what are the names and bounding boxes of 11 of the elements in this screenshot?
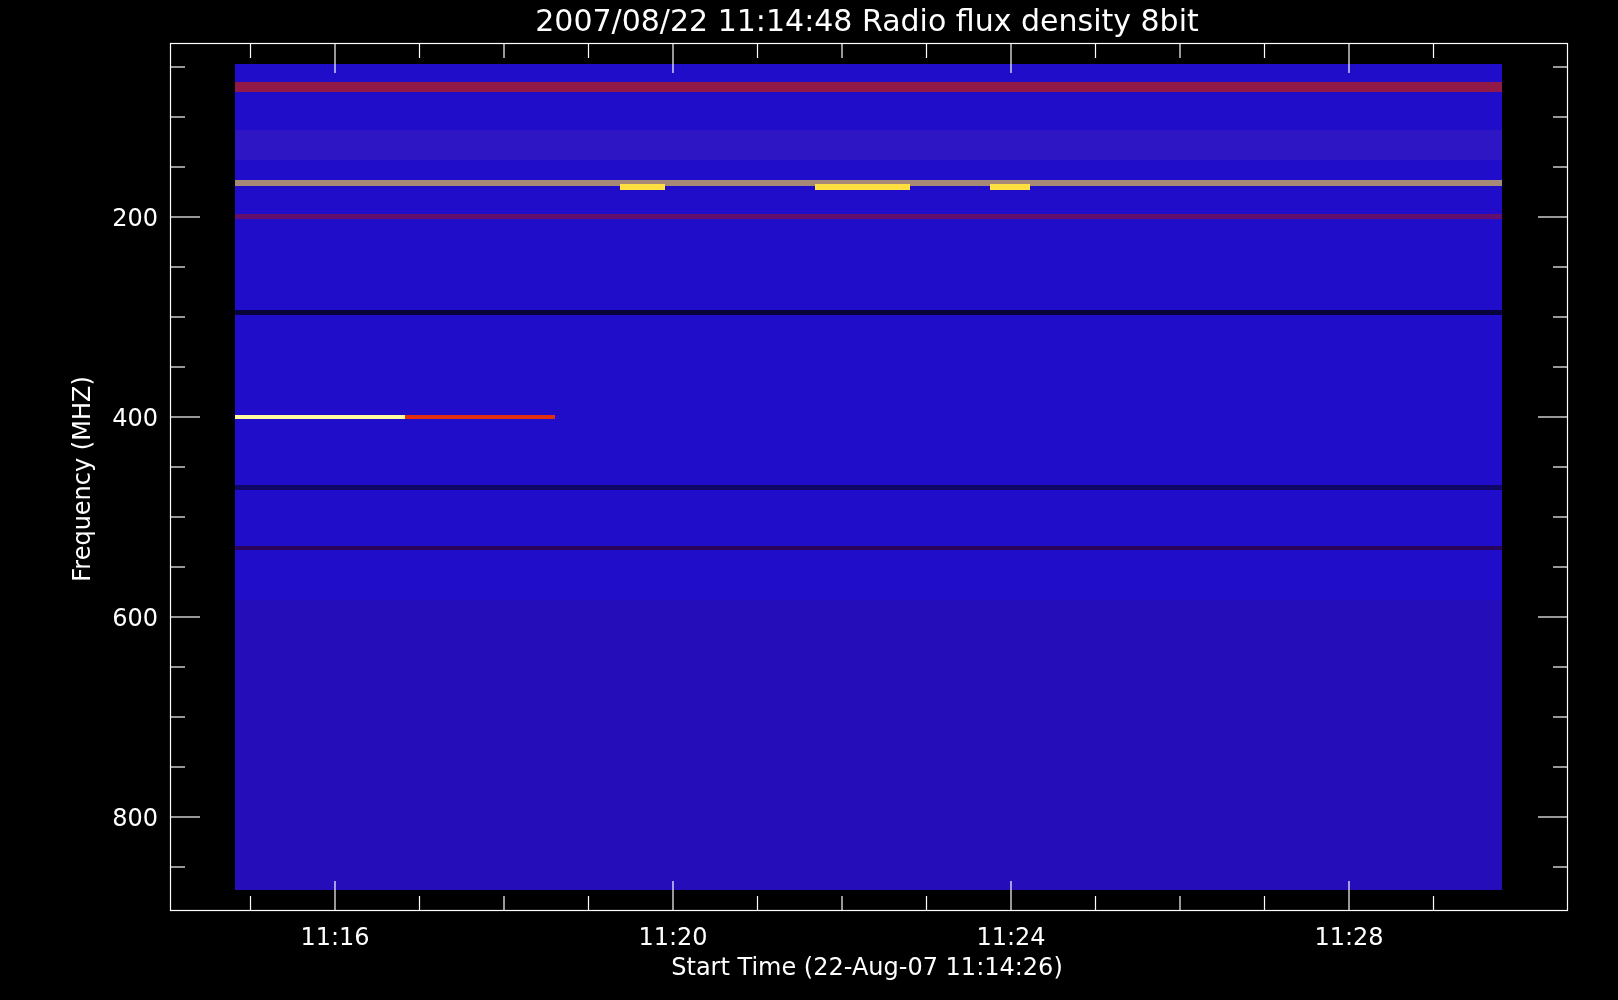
y-tick-label: 200 (112, 204, 158, 232)
x-tick-label: 11:24 (976, 923, 1046, 951)
x-tick-label: 11:16 (300, 923, 370, 951)
x-tick-label: 11:20 (638, 923, 708, 951)
y-tick-label: 800 (112, 804, 158, 832)
plot-title: 2007/08/22 11:14:48 Radio flux density 8bit (535, 3, 1199, 38)
x-tick-label: 11:28 (1314, 923, 1384, 951)
y-axis-label: Frequency (MHZ) (68, 376, 96, 582)
y-tick-label: 600 (112, 604, 158, 632)
x-axis-label: Start Time (22-Aug-07 11:14:26) (671, 953, 1063, 981)
y-tick-label: 400 (112, 404, 158, 432)
